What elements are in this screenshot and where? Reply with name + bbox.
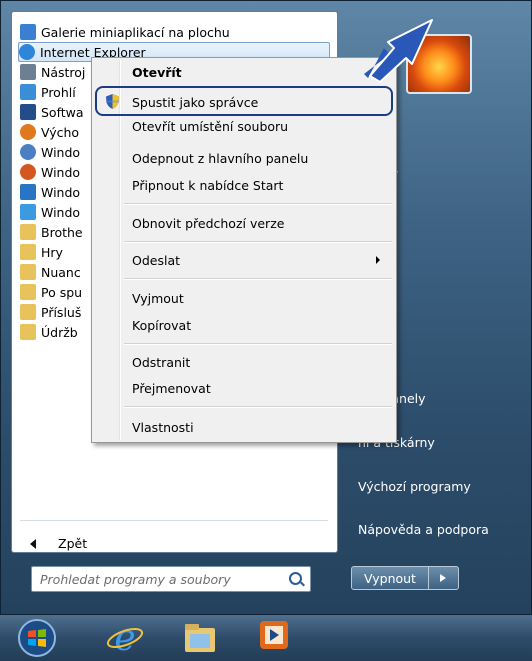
highlight-ring xyxy=(95,86,393,116)
gadgets-icon xyxy=(20,24,36,40)
folder-icon xyxy=(20,284,36,300)
software-icon xyxy=(20,104,36,120)
menu-item-open[interactable]: Otevřít xyxy=(94,60,394,84)
menu-item-copy[interactable]: Kopírovat xyxy=(94,313,394,337)
menu-separator xyxy=(124,241,392,243)
windows-dvd-icon xyxy=(20,184,36,200)
windows-update-icon xyxy=(20,204,36,220)
menu-item-unpin-taskbar[interactable]: Odepnout z hlavního panelu xyxy=(94,146,394,170)
internet-explorer-icon xyxy=(19,44,35,60)
taskbar: e xyxy=(0,615,532,661)
menu-separator xyxy=(124,278,392,280)
menu-item-properties[interactable]: Vlastnosti xyxy=(94,415,394,439)
right-link-default-programs[interactable]: Výchozí programy xyxy=(358,479,471,494)
menu-item-restore-versions[interactable]: Obnovit předchozí verze xyxy=(94,211,394,235)
search-input[interactable]: Prohledat programy a soubory xyxy=(31,566,311,592)
menu-item-pin-start[interactable]: Připnout k nabídce Start xyxy=(94,173,394,197)
menu-separator xyxy=(124,406,392,408)
menu-item-cut[interactable]: Vyjmout xyxy=(94,286,394,310)
default-programs-icon xyxy=(20,124,36,140)
menu-separator xyxy=(124,203,392,205)
pointer-arrow-icon xyxy=(364,19,433,83)
shutdown-group: Vypnout xyxy=(351,566,459,590)
folder-icon xyxy=(20,224,36,240)
folder-icon xyxy=(20,244,36,260)
program-item-gadgets[interactable]: Galerie miniaplikací na plochu xyxy=(20,22,320,42)
submenu-arrow-icon xyxy=(376,256,380,264)
shutdown-options-button[interactable] xyxy=(429,566,459,590)
media-player-icon[interactable] xyxy=(257,618,291,652)
menu-item-open-location[interactable]: Otevřít umístění souboru xyxy=(94,118,394,134)
back-button[interactable]: Zpět xyxy=(30,536,87,551)
menu-separator xyxy=(124,343,392,345)
tool-icon xyxy=(20,64,36,80)
start-orb-icon[interactable] xyxy=(16,618,58,658)
svg-text:e: e xyxy=(114,618,135,658)
right-link-help-support[interactable]: Nápověda a podpora xyxy=(358,522,489,537)
windows-app-icon xyxy=(20,144,36,160)
back-arrow-icon xyxy=(30,538,36,549)
internet-explorer-icon[interactable]: e xyxy=(105,618,145,658)
folder-icon xyxy=(20,304,36,320)
viewer-icon xyxy=(20,84,36,100)
shutdown-button[interactable]: Vypnout xyxy=(351,566,429,590)
search-icon[interactable] xyxy=(289,572,302,585)
folder-icon xyxy=(20,324,36,340)
folder-icon xyxy=(20,264,36,280)
menu-item-send-to[interactable]: Odeslat xyxy=(94,248,394,272)
menu-item-delete[interactable]: Odstranit xyxy=(94,350,394,374)
divider xyxy=(20,520,328,521)
windows-media-icon xyxy=(20,164,36,180)
menu-item-rename[interactable]: Přejmenovat xyxy=(94,376,394,400)
windows-explorer-icon[interactable] xyxy=(180,618,220,658)
